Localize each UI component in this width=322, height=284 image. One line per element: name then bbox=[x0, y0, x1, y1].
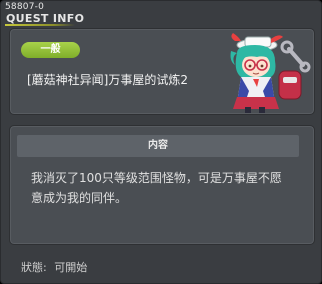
content-header: 内容 bbox=[17, 135, 299, 157]
status-value: 可開始 bbox=[54, 261, 88, 274]
window-id: 58807-0 bbox=[5, 2, 45, 12]
title-underline bbox=[5, 24, 75, 26]
quest-name: [蘑菇神社异闻]万事屋的试炼2 bbox=[27, 73, 188, 87]
content-text: 我消灭了100只等级范围怪物，可是万事屋不愿意成为我的同伴。 bbox=[31, 171, 282, 205]
quest-category-badge: 一般 bbox=[21, 42, 80, 58]
npc-character-portrait bbox=[230, 33, 311, 113]
quest-info-window: 58807-0 QUEST INFO 一般 [蘑菇神社异闻]万事屋的试炼2 内容… bbox=[0, 0, 322, 284]
status-label: 狀態: bbox=[21, 261, 47, 274]
quest-status: 狀態: 可開始 bbox=[21, 259, 87, 275]
